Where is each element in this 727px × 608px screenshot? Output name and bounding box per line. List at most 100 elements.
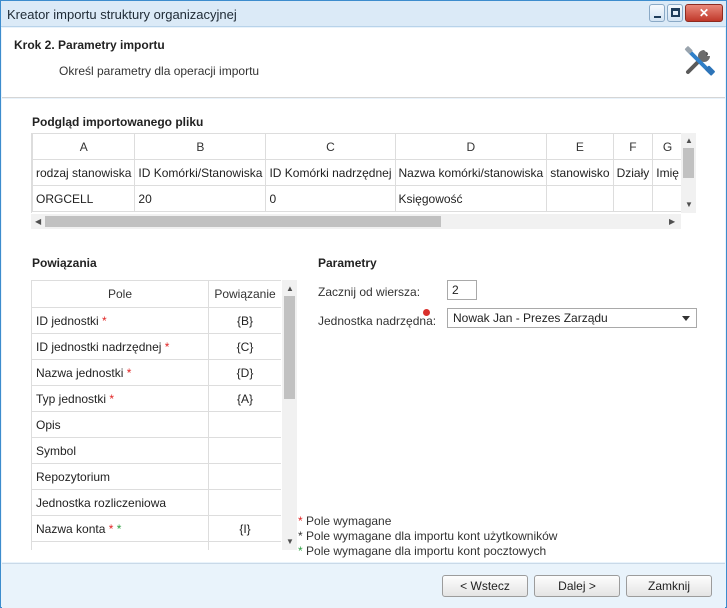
column-header: B [134,133,267,160]
field-cell: Repozytorium [31,463,209,490]
field-label: ID jednostki [36,313,99,328]
minimize-icon [654,16,661,18]
scrollbar-thumb[interactable] [45,216,441,227]
scrollbar-thumb[interactable] [683,148,694,178]
table-row[interactable]: Nazwisko {H} [31,541,281,550]
preview-header-row: A B C D E F G [32,133,681,160]
field-cell: Nazwa jednostki * [31,359,209,386]
scroll-down-icon[interactable]: ▼ [685,201,693,209]
back-button[interactable]: < Wstecz [442,575,528,597]
table-row[interactable]: Nazwa konta * * {I} [31,515,281,542]
start-row-input[interactable]: 2 [447,280,477,300]
field-cell: Nazwisko [31,541,209,550]
binding-cell[interactable]: {B} [208,307,281,334]
wizard-header: Krok 2. Parametry importu Określ paramet… [2,28,725,98]
column-header: F [612,133,654,160]
binding-cell[interactable]: {C} [208,333,281,360]
preview-cell: ID Komórki/Stanowiska [134,159,267,186]
binding-cell[interactable] [208,437,281,464]
preview-cell [612,185,654,212]
field-label: Nazwa konta [36,521,106,536]
field-cell: Nazwa konta * * [31,515,209,542]
preview-cell [546,185,614,212]
binding-cell[interactable]: {H} [208,541,281,550]
legend-required-mail: * Pole wymagane dla importu kont pocztow… [298,544,546,558]
minimize-button[interactable] [649,4,665,22]
import-wizard-window: Kreator importu struktury organizacyjnej… [0,0,727,608]
table-row[interactable]: Jednostka rozliczeniowa [31,489,281,516]
preview-vertical-scrollbar[interactable]: ▲ ▼ [681,133,696,213]
field-cell: Jednostka rozliczeniowa [31,489,209,516]
bindings-table[interactable]: Pole Powiązanie ID jednostki * {B} ID je… [31,280,281,550]
scroll-down-icon[interactable]: ▼ [286,538,294,546]
chevron-down-icon [682,316,690,321]
tools-icon [684,46,715,76]
field-label: Nazwa jednostki [36,365,124,380]
step-title: Krok 2. Parametry importu [14,38,165,52]
required-marker: * [164,339,170,354]
field-cell: Symbol [31,437,209,464]
binding-cell[interactable] [208,463,281,490]
scroll-up-icon[interactable]: ▲ [286,285,294,293]
legend-required-users-text: Pole wymagane dla importu kont użytkowni… [306,529,558,543]
preview-cell: Imię [652,159,681,186]
close-window-button[interactable]: ✕ [685,4,723,22]
field-label: ID jednostki nadrzędnej [36,339,162,354]
binding-cell[interactable] [208,489,281,516]
preview-row: ORGCELL 20 0 Księgowość [32,185,681,212]
required-mail-marker: * [298,544,303,558]
column-header: E [546,133,614,160]
column-header: A [32,133,136,160]
field-label: Typ jednostki [36,391,107,406]
required-marker: * [126,365,132,380]
preview-title: Podgląd importowanego pliku [32,115,204,129]
required-marker: * [102,313,107,328]
required-marker: * [109,391,115,406]
wizard-footer: < Wstecz Dalej > Zamknij [2,563,725,608]
required-mail-marker: * [116,521,122,536]
table-row[interactable]: ID jednostki * {B} [31,307,281,334]
field-cell: Typ jednostki * [31,385,209,412]
preview-cell: rodzaj stanowiska [32,159,136,186]
preview-cell: ORGCELL [32,185,136,212]
scroll-right-icon[interactable]: ▶ [669,218,675,226]
preview-row: rodzaj stanowiska ID Komórki/Stanowiska … [32,159,681,186]
title-bar[interactable]: Kreator importu struktury organizacyjnej… [1,1,726,27]
close-button[interactable]: Zamknij [626,575,712,597]
scroll-up-icon[interactable]: ▲ [685,137,693,145]
parent-unit-select[interactable]: Nowak Jan - Prezes Zarządu [447,308,697,328]
field-cell: Opis [31,411,209,438]
parent-unit-label: Jednostka nadrzędna: [318,314,437,328]
legend-required-users: * Pole wymagane dla importu kont użytkow… [298,529,557,543]
window-title: Kreator importu struktury organizacyjnej [7,7,237,22]
binding-cell[interactable]: {A} [208,385,281,412]
bindings-vertical-scrollbar[interactable]: ▲ ▼ [282,280,297,550]
parameters-title: Parametry [318,256,377,270]
column-header: C [265,133,396,160]
preview-cell: Księgowość [394,185,548,212]
preview-cell: stanowisko [546,159,614,186]
preview-cell [652,185,681,212]
table-row[interactable]: Nazwa jednostki * {D} [31,359,281,386]
preview-grid[interactable]: A B C D E F G rodzaj stanowiska ID Komór… [31,133,681,213]
legend-required-mail-text: Pole wymagane dla importu kont pocztowyc… [306,544,547,558]
binding-cell[interactable] [208,411,281,438]
preview-horizontal-scrollbar[interactable]: ◀ ▶ [31,214,681,229]
field-column-header: Pole [31,280,209,308]
scroll-left-icon[interactable]: ◀ [35,218,41,226]
parent-unit-value: Nowak Jan - Prezes Zarządu [453,311,608,325]
maximize-icon [671,8,680,17]
maximize-button[interactable] [667,4,683,22]
bindings-title: Powiązania [32,256,97,270]
scrollbar-thumb[interactable] [284,296,295,399]
table-row[interactable]: Opis [31,411,281,438]
table-row[interactable]: Symbol [31,437,281,464]
next-button[interactable]: Dalej > [534,575,620,597]
start-row-label: Zacznij od wiersza: [318,285,421,299]
preview-cell: 0 [265,185,396,212]
binding-cell[interactable]: {D} [208,359,281,386]
binding-cell[interactable]: {I} [208,515,281,542]
table-row[interactable]: ID jednostki nadrzędnej * {C} [31,333,281,360]
table-row[interactable]: Repozytorium [31,463,281,490]
table-row[interactable]: Typ jednostki * {A} [31,385,281,412]
